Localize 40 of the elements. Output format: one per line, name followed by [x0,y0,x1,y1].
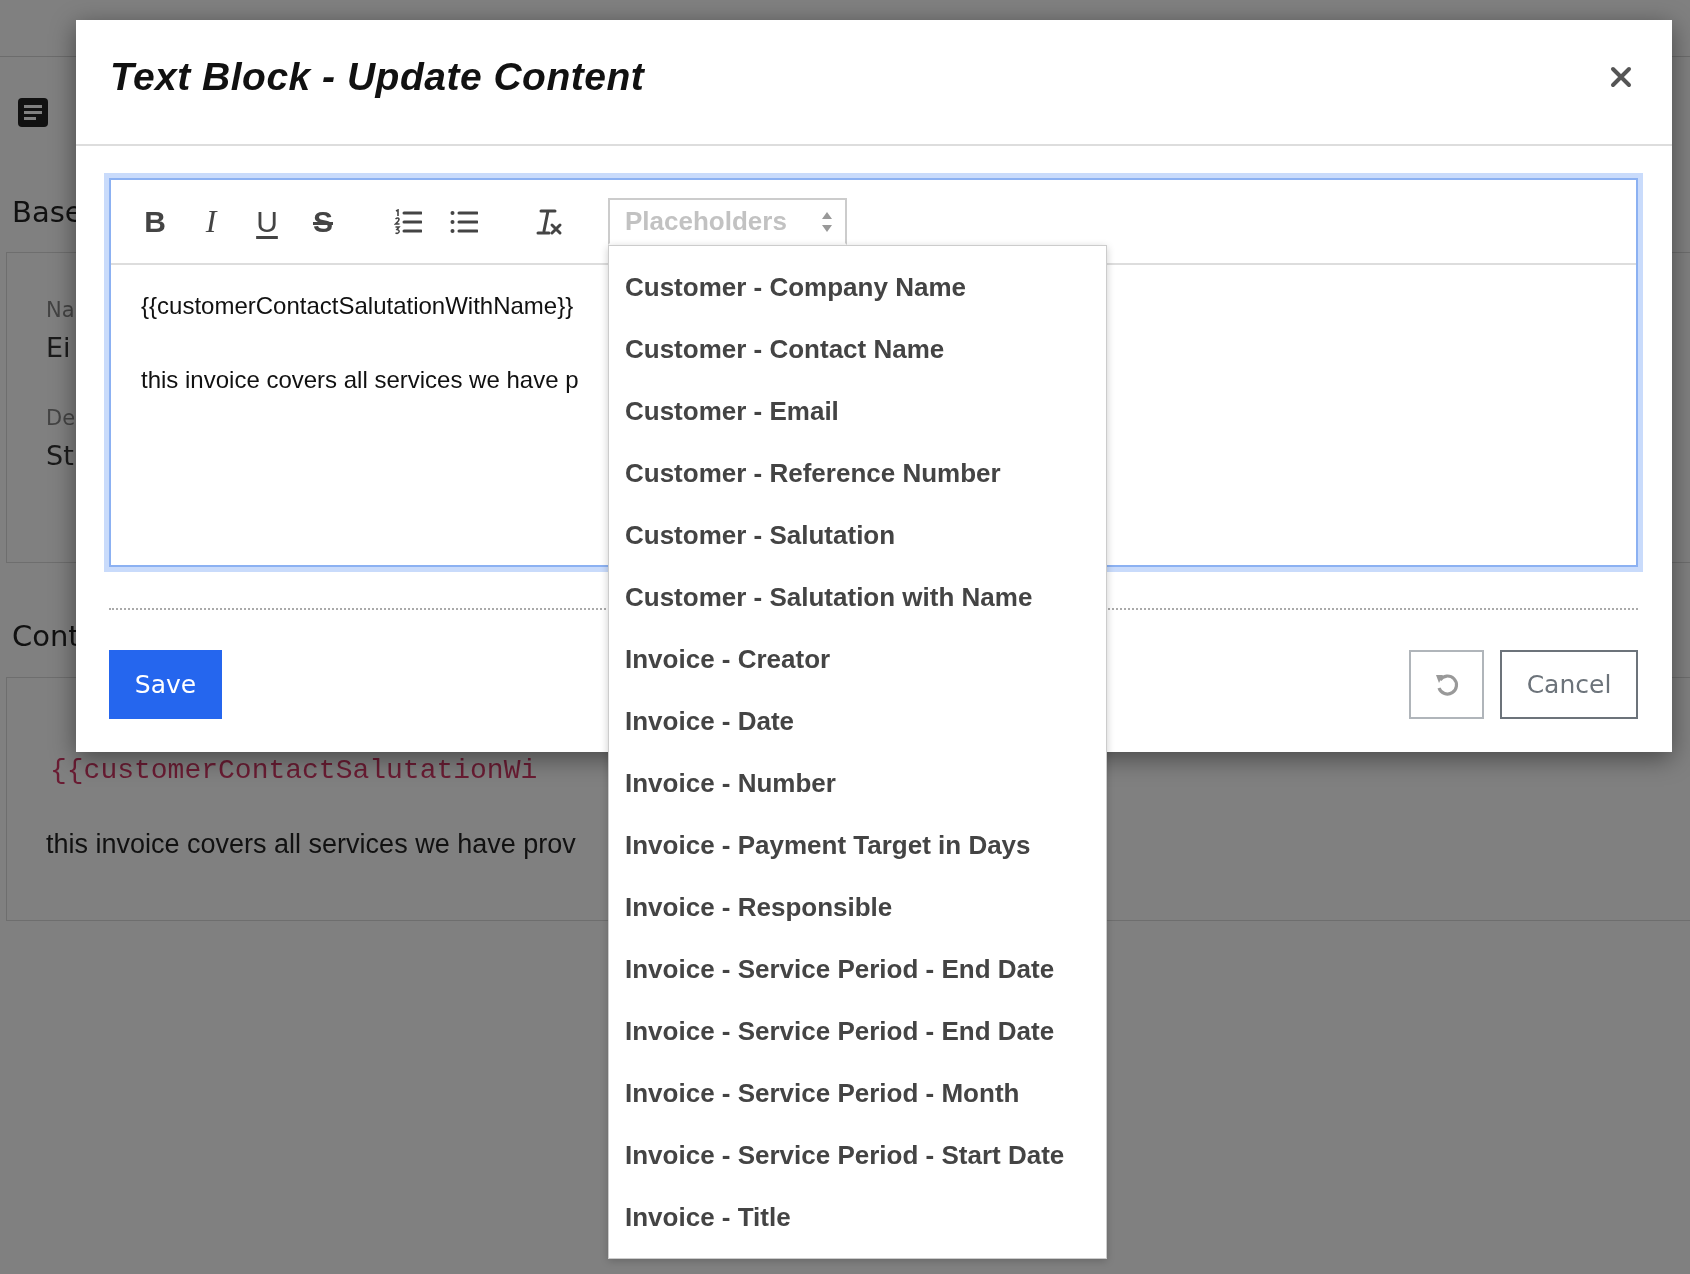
dropdown-option[interactable]: Invoice - Title [609,1186,1106,1248]
editor-text: {{customerContactSalutationWithName}} [141,291,574,321]
dropdown-option[interactable]: Invoice - Service Period - End Date [609,1000,1106,1062]
code-line: {{customerContactSalutationWi [50,754,538,788]
dropdown-option[interactable]: Customer - Salutation [609,504,1106,566]
clear-format-icon[interactable] [535,207,563,236]
dropdown-option[interactable]: Invoice - Number [609,752,1106,814]
close-icon[interactable] [1610,66,1632,88]
bullet-list-icon[interactable] [450,209,478,234]
dropdown-option[interactable]: Invoice - Payment Target in Days [609,814,1106,876]
bold-button[interactable]: B [127,201,183,242]
save-button[interactable]: Save [109,650,222,719]
dropdown-option[interactable]: Customer - Company Name [609,256,1106,318]
editor-text: this invoice covers all services we have p [141,365,579,395]
body-text: this invoice covers all services we have prov [46,828,576,861]
numbered-list-icon[interactable] [394,208,422,235]
italic-button[interactable]: I [183,201,239,242]
underline-button[interactable]: U [239,201,295,242]
field-value: Ei [46,331,71,365]
document-icon [18,98,48,127]
dropdown-option[interactable]: Customer - Contact Name [609,318,1106,380]
dropdown-option[interactable]: Invoice - Date [609,690,1106,752]
section-title: Cont [11,618,80,655]
dropdown-option[interactable]: Invoice - Responsible [609,876,1106,938]
sort-arrows-icon [821,210,833,233]
strikethrough-button[interactable]: S [295,201,351,242]
dropdown-option[interactable]: Invoice - Service Period - End Date [609,938,1106,1000]
dropdown-option[interactable]: Invoice - Service Period - Month [609,1062,1106,1124]
dropdown-option[interactable]: Customer - Reference Number [609,442,1106,504]
field-value: St [46,439,74,473]
dialog-title: Text Block - Update Content [110,55,645,99]
cancel-button[interactable]: Cancel [1500,650,1638,719]
field-label: De [46,405,76,432]
reset-button[interactable] [1409,650,1484,719]
reset-icon [1433,671,1460,698]
field-label: Na [46,297,75,324]
dropdown-option[interactable]: Invoice - Service Period - Start Date [609,1124,1106,1186]
dropdown-option[interactable]: Customer - Email [609,380,1106,442]
dropdown-option[interactable]: Customer - Salutation with Name [609,566,1106,628]
dropdown-option[interactable]: Invoice - Creator [609,628,1106,690]
